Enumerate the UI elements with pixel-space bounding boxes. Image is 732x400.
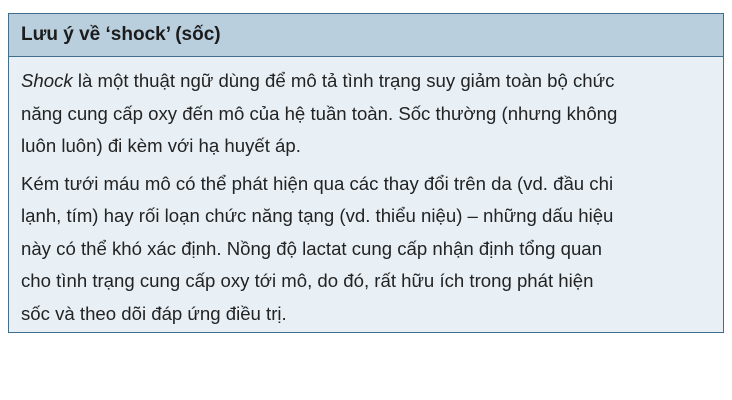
paragraph-line: lạnh, tím) hay rối loạn chức năng tạng (… (21, 205, 614, 226)
italic-term-shock: Shock (21, 70, 73, 91)
callout-body: Shock là một thuật ngữ dùng để mô tả tìn… (9, 57, 723, 330)
paragraph-tissue-perfusion: Kém tưới máu mô có thể phát hiện qua các… (21, 168, 709, 331)
paragraph-line: cho tình trạng cung cấp oxy tới mô, do đ… (21, 270, 594, 291)
paragraph-line: này có thể khó xác định. Nồng độ lactat … (21, 237, 602, 259)
paragraph-line: sốc và theo dõi đáp ứng điều trị. (21, 302, 287, 324)
paragraph-line: Shock là một thuật ngữ dùng để mô tả tìn… (21, 65, 709, 98)
paragraph-line: luôn luôn) đi kèm với hạ huyết áp. (21, 135, 301, 156)
paragraph-line: Kém tưới máu mô có thể phát hiện qua các… (21, 172, 614, 194)
callout-title: Lưu ý về ‘shock’ (sốc) (9, 14, 723, 57)
note-callout-box: Lưu ý về ‘shock’ (sốc) Shock là một thuậ… (8, 13, 724, 333)
paragraph-line: năng cung cấp oxy đến mô của hệ tuần toà… (21, 102, 618, 124)
line-text: là một thuật ngữ dùng để mô tả tình trạn… (72, 70, 615, 91)
paragraph-shock-definition: Shock là một thuật ngữ dùng để mô tả tìn… (21, 65, 709, 163)
